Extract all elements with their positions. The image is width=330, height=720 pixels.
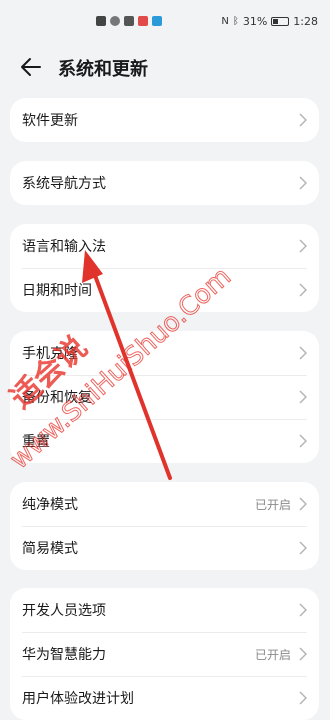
chevron-right-icon: [299, 390, 307, 404]
settings-item-label: 纯净模式: [22, 497, 78, 513]
chevron-right-icon: [299, 239, 307, 253]
settings-group: 手机克隆备份和恢复重置: [10, 331, 319, 463]
settings-item-label: 系统导航方式: [22, 176, 106, 192]
settings-item-label: 备份和恢复: [22, 390, 92, 406]
settings-item[interactable]: 重置: [10, 419, 319, 463]
chevron-right-icon: [299, 603, 307, 617]
chevron-right-icon: [299, 113, 307, 127]
settings-item-label: 软件更新: [22, 113, 78, 129]
alert-icon: [96, 16, 106, 26]
settings-item-label: 用户体验改进计划: [22, 691, 134, 707]
settings-item[interactable]: 用户体验改进计划: [10, 676, 319, 720]
settings-item[interactable]: 系统导航方式: [10, 161, 319, 205]
settings-group: 系统导航方式: [10, 161, 319, 205]
settings-item[interactable]: 开发人员选项: [10, 588, 319, 632]
settings-group: 软件更新: [10, 98, 319, 142]
chevron-right-icon: [299, 497, 307, 511]
settings-item-label: 重置: [22, 434, 50, 450]
settings-group: 开发人员选项 华为智慧能力 已开启用户体验改进计划: [10, 588, 319, 720]
hourglass-icon: [124, 16, 134, 26]
settings-item[interactable]: 日期和时间: [10, 268, 319, 312]
settings-item[interactable]: 华为智慧能力 已开启: [10, 632, 319, 676]
page-title: 系统和更新: [58, 59, 148, 80]
settings-group: 纯净模式 已开启简易模式: [10, 482, 319, 570]
chevron-right-icon: [299, 647, 307, 661]
search-app-icon: [152, 16, 162, 26]
chevron-right-icon: [299, 541, 307, 555]
settings-item-label: 日期和时间: [22, 283, 92, 299]
settings-item[interactable]: 简易模式: [10, 526, 319, 570]
settings-item[interactable]: 手机克隆: [10, 331, 319, 375]
settings-item-label: 开发人员选项: [22, 603, 106, 619]
nfc-icon: N: [221, 16, 229, 27]
settings-item[interactable]: 软件更新: [10, 98, 319, 142]
settings-item-label: 语言和输入法: [22, 239, 106, 255]
settings-group: 语言和输入法 日期和时间: [10, 224, 319, 312]
wifi-icon: [110, 16, 120, 26]
clock: 1:28: [293, 15, 318, 28]
page-header: 系统和更新: [0, 44, 330, 90]
chevron-right-icon: [299, 691, 307, 705]
settings-item-label: 华为智慧能力: [22, 647, 106, 663]
settings-item-value: 已开启: [254, 647, 291, 662]
status-bar: N ᛒ 31% 1:28: [0, 0, 330, 44]
notification-icons: [96, 16, 162, 26]
chevron-right-icon: [299, 434, 307, 448]
settings-item[interactable]: 语言和输入法: [10, 224, 319, 268]
app-notification-icon: [138, 16, 148, 26]
chevron-right-icon: [299, 176, 307, 190]
back-arrow-icon[interactable]: [18, 54, 44, 80]
settings-item[interactable]: 纯净模式 已开启: [10, 482, 319, 526]
chevron-right-icon: [299, 346, 307, 360]
settings-item-label: 简易模式: [22, 541, 78, 557]
chevron-right-icon: [299, 283, 307, 297]
bluetooth-icon: ᛒ: [232, 16, 239, 27]
battery-icon: [271, 17, 290, 26]
battery-percent: 31%: [242, 15, 268, 28]
settings-item-label: 手机克隆: [22, 346, 78, 362]
status-right: N ᛒ 31% 1:28: [221, 15, 318, 28]
settings-item-value: 已开启: [254, 497, 291, 512]
settings-item[interactable]: 备份和恢复: [10, 375, 319, 419]
